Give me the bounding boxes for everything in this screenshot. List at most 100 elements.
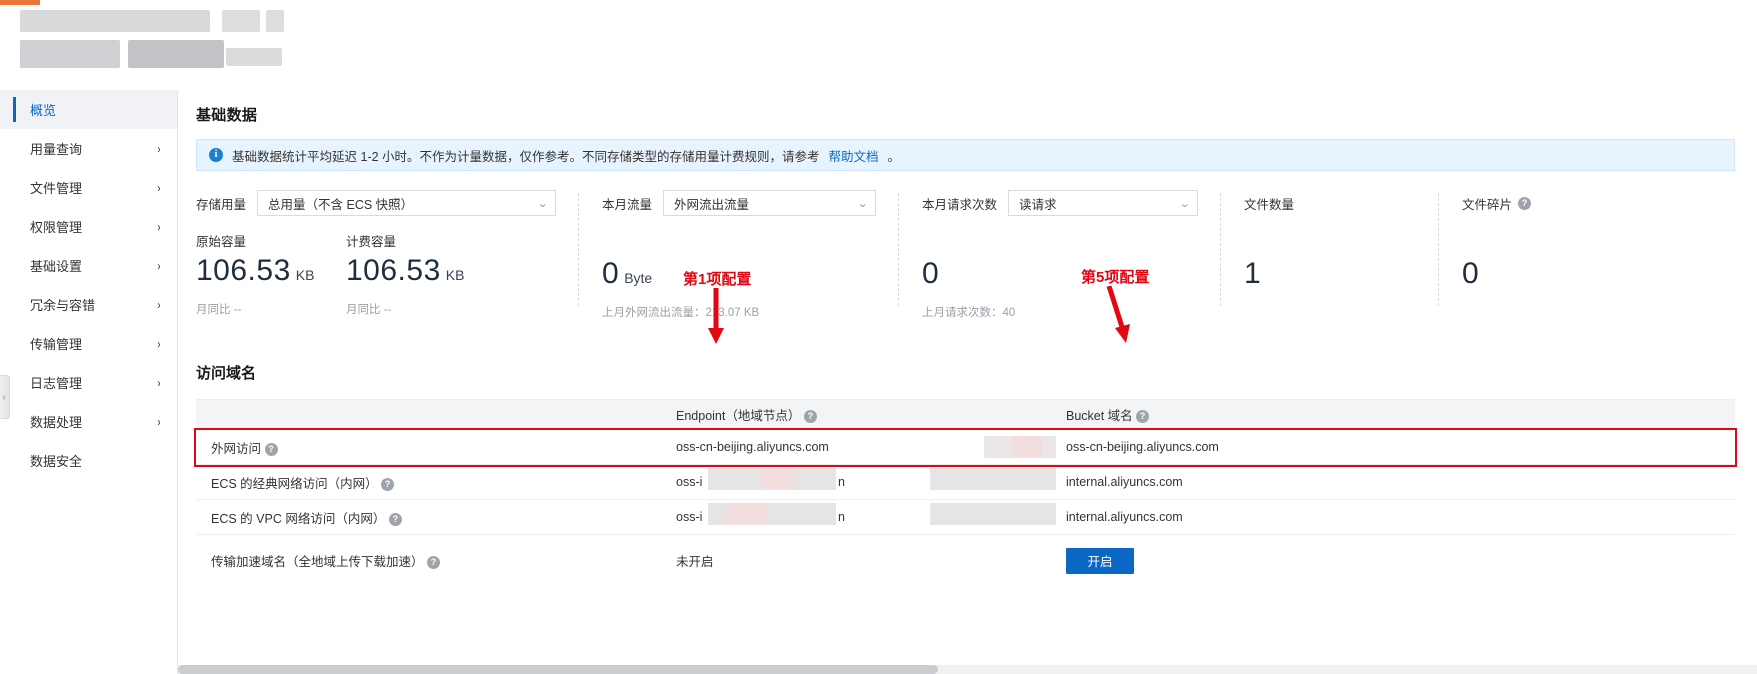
file-fragment-block: 文件碎片 ? 0 — [1438, 189, 1618, 320]
access-domain-table: Endpoint（地域节点） ? Bucket 域名 ? 外网访问 ? oss-… — [194, 399, 1737, 587]
sidebar-item-permission-management[interactable]: 权限管理 › — [0, 207, 177, 246]
sidebar-item-usage-query[interactable]: 用量查询 › — [0, 129, 177, 168]
sidebar-item-log-management[interactable]: 日志管理 › — [0, 363, 177, 402]
row-label-cell: 传输加速域名（全地域上传下载加速） ? — [196, 535, 666, 587]
sidebar-item-overview[interactable]: 概览 — [0, 90, 177, 129]
endpoint-tail: n — [838, 510, 845, 524]
metric-caption: 计费容量 — [346, 235, 397, 249]
storage-usage-select-value: 总用量（不含 ECS 快照） — [268, 197, 414, 212]
metric-caption: 原始容量 — [196, 235, 247, 249]
monthly-requests-label: 本月请求次数 — [922, 197, 998, 212]
metric-footnote: 月同比 -- — [346, 304, 392, 316]
annotation-arrow-2 — [1106, 286, 1130, 343]
help-icon[interactable]: ? — [1518, 196, 1532, 210]
oss-console-page: 概览 用量查询 › 文件管理 › 权限管理 › 基础设置 › 冗余与容错 › 传… — [0, 0, 1757, 674]
sidebar-item-redundancy-fault-tolerance[interactable]: 冗余与容错 › — [0, 285, 177, 324]
enable-acceleration-button[interactable]: 开启 — [1066, 547, 1134, 574]
help-icon[interactable]: ? — [381, 477, 395, 491]
row-bucket-cell: internal.aliyuncs.com — [930, 464, 1735, 500]
help-icon[interactable]: ? — [264, 442, 278, 456]
sidebar-collapse-handle[interactable]: › — [0, 375, 10, 419]
monthly-traffic-select-value: 外网流出流量 — [674, 197, 750, 212]
monthly-traffic-select[interactable]: 外网流出流量 ⌄ — [663, 190, 876, 216]
endpoint-tail: n — [838, 475, 845, 489]
bucket-value: oss-cn-beijing.aliyuncs.com — [1066, 440, 1219, 454]
sidebar-item-label: 传输管理 — [30, 337, 83, 352]
metric-value: 0 — [602, 257, 620, 290]
file-count-label: 文件数量 — [1244, 197, 1295, 212]
sidebar: 概览 用量查询 › 文件管理 › 权限管理 › 基础设置 › 冗余与容错 › 传… — [0, 0, 178, 674]
table-header-endpoint: Endpoint（地域节点） ? — [666, 399, 1056, 430]
access-domain-title: 访问域名 — [196, 365, 257, 382]
row-status-cell: 未开启 — [666, 535, 1056, 587]
main-content: 基础数据 i 基础数据统计平均延迟 1-2 小时。不作为计量数据，仅作参考。不同… — [178, 0, 1757, 674]
chevron-down-icon: ⌄ — [856, 197, 869, 210]
masked-endpoint — [708, 468, 836, 490]
sidebar-item-label: 文件管理 — [30, 181, 83, 196]
monthly-requests-select[interactable]: 读请求 ⌄ — [1008, 190, 1198, 216]
scrollbar-thumb[interactable] — [178, 665, 938, 674]
page-title: 基础数据 — [196, 107, 258, 124]
metric-value: 106.53 — [196, 254, 291, 287]
help-icon[interactable]: ? — [388, 512, 402, 526]
sidebar-item-label: 冗余与容错 — [30, 298, 96, 313]
table-row: ECS 的 VPC 网络访问（内网） ? oss-i n internal.al… — [196, 499, 1735, 535]
sidebar-item-data-security[interactable]: 数据安全 — [0, 441, 177, 480]
blurred-chip-2 — [266, 10, 284, 32]
row-action-cell: 开启 — [1056, 535, 1735, 587]
metric-value: 0 — [922, 257, 940, 290]
annotation-arrow-1 — [708, 288, 724, 344]
sidebar-item-label: 基础设置 — [30, 259, 83, 274]
accent-strip — [0, 0, 40, 5]
info-icon: i — [209, 148, 223, 162]
help-doc-link[interactable]: 帮助文档 — [829, 146, 879, 165]
row-endpoint-cell: oss-i n — [666, 464, 1056, 500]
blurred-breadcrumb-1 — [20, 40, 120, 68]
sidebar-item-label: 日志管理 — [30, 376, 83, 391]
row-endpoint-cell: oss-i n — [666, 499, 1056, 535]
sidebar-item-basic-settings[interactable]: 基础设置 › — [0, 246, 177, 285]
chevron-down-icon: ⌄ — [1178, 197, 1191, 210]
chevron-right-icon: › — [157, 375, 161, 390]
file-fragment-label-text: 文件碎片 — [1462, 197, 1513, 212]
row-endpoint-cell: oss-cn-beijing.aliyuncs.com — [666, 429, 1056, 465]
metric-raw-capacity: 原始容量 106.53 KB 月同比 -- — [196, 231, 346, 317]
table-header-blank — [196, 399, 666, 430]
browser-chrome-blurred — [0, 0, 1757, 90]
file-count-block: 文件数量 1 — [1220, 189, 1438, 320]
sidebar-item-data-processing[interactable]: 数据处理 › — [0, 402, 177, 441]
sidebar-item-transfer-management[interactable]: 传输管理 › — [0, 324, 177, 363]
file-fragment-label: 文件碎片 ? — [1462, 189, 1596, 217]
horizontal-scrollbar[interactable] — [178, 665, 1757, 674]
row-label-text: ECS 的经典网络访问（内网） — [211, 476, 378, 491]
metric-value: 0 — [1462, 257, 1480, 290]
endpoint-value: oss-i — [676, 510, 703, 524]
metric-unit: KB — [445, 267, 465, 283]
help-icon[interactable]: ? — [1136, 410, 1150, 424]
metric-unit: KB — [295, 267, 315, 283]
monthly-requests-block: 本月请求次数 读请求 ⌄ 0 上月请求次数：40 — [898, 189, 1220, 320]
annotation-label-2: 第5项配置 — [1081, 269, 1150, 286]
help-icon[interactable]: ? — [803, 410, 817, 424]
metric-file-count: 1 — [1244, 259, 1394, 289]
sidebar-item-label: 权限管理 — [30, 220, 83, 235]
table-row: ECS 的经典网络访问（内网） ? oss-i n internal.aliyu… — [196, 464, 1735, 500]
info-banner-text: 基础数据统计平均延迟 1-2 小时。不作为计量数据，仅作参考。不同存储类型的存储… — [232, 149, 820, 164]
blurred-breadcrumb-2 — [128, 40, 224, 68]
row-label-cell: ECS 的经典网络访问（内网） ? — [196, 464, 666, 500]
row-bucket-cell: internal.aliyuncs.com — [930, 499, 1735, 535]
sidebar-item-file-management[interactable]: 文件管理 › — [0, 168, 177, 207]
row-label-text: 传输加速域名（全地域上传下载加速） — [211, 555, 424, 570]
bucket-value: internal.aliyuncs.com — [1066, 510, 1183, 524]
storage-usage-select[interactable]: 总用量（不含 ECS 快照） ⌄ — [257, 190, 556, 216]
info-banner: i 基础数据统计平均延迟 1-2 小时。不作为计量数据，仅作参考。不同存储类型的… — [196, 139, 1735, 171]
metric-footnote: 上月请求次数：40 — [922, 307, 1016, 319]
sidebar-item-label: 概览 — [30, 103, 57, 118]
blurred-title-block — [20, 10, 210, 32]
chevron-down-icon: ⌄ — [536, 197, 549, 210]
metric-file-fragment: 0 — [1462, 259, 1612, 289]
endpoint-value: oss-i — [676, 475, 703, 489]
blurred-chip-1 — [222, 10, 260, 32]
row-label-cell: 外网访问 ? — [196, 429, 666, 465]
help-icon[interactable]: ? — [427, 556, 440, 570]
